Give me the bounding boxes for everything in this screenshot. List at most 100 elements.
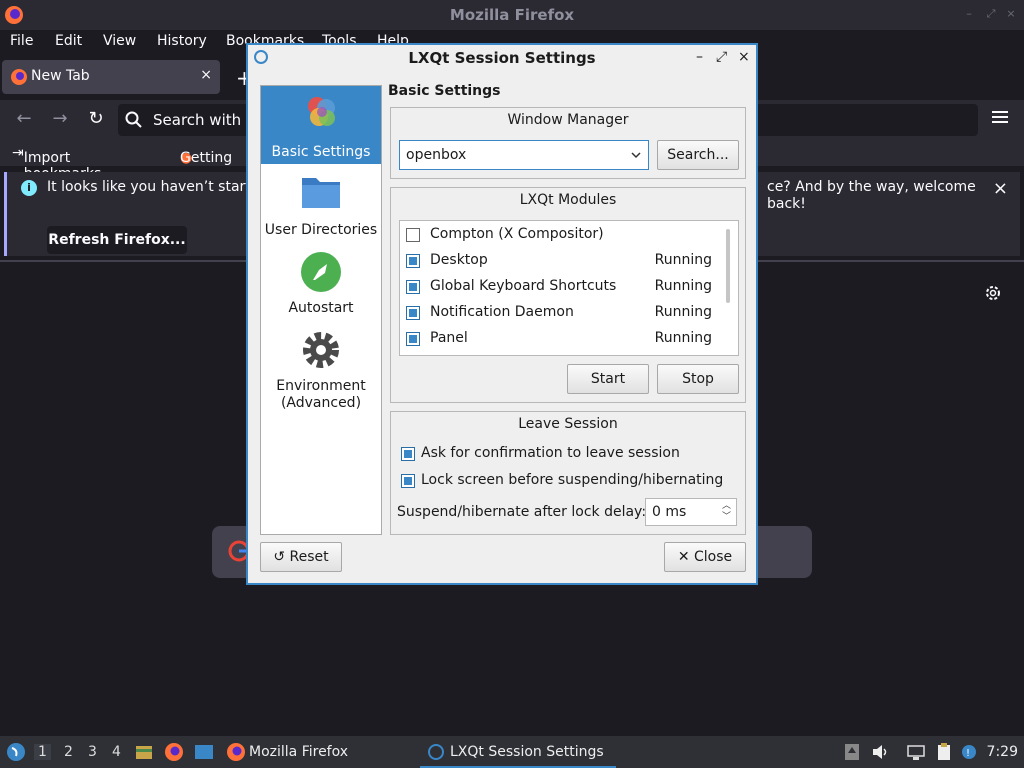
newtab-settings-gear-icon[interactable] xyxy=(984,284,1002,302)
close-button[interactable]: ✕ Close xyxy=(664,542,746,572)
forward-icon[interactable]: → xyxy=(48,108,72,129)
firefox-close-icon[interactable]: × xyxy=(1004,7,1018,21)
menu-file[interactable]: File xyxy=(10,33,33,49)
list-item[interactable]: Panel Running xyxy=(400,326,720,352)
start-module-button[interactable]: Start xyxy=(567,364,649,394)
hamburger-menu-icon[interactable] xyxy=(992,110,1008,124)
sidebar-item-autostart[interactable]: Autostart xyxy=(261,244,381,320)
list-item[interactable]: Notification Daemon Running xyxy=(400,300,720,326)
volume-icon[interactable] xyxy=(870,742,890,762)
workspace-1[interactable]: 1 xyxy=(34,744,51,760)
module-name: Global Keyboard Shortcuts xyxy=(430,278,617,294)
leave-session-group: Leave Session Ask for confirmation to le… xyxy=(390,411,746,535)
lxqt-modules-title: LXQt Modules xyxy=(519,192,617,208)
module-checkbox[interactable] xyxy=(406,254,420,268)
dialog-maximize-icon[interactable]: ⤢ xyxy=(716,49,727,65)
clipboard-icon[interactable] xyxy=(934,742,954,762)
firefox-maximize-icon[interactable]: ⤢ xyxy=(984,7,998,21)
settings-sidebar: Basic Settings User Directories Autostar… xyxy=(260,85,382,535)
firefox-window-title: Mozilla Firefox xyxy=(449,6,575,24)
firefox-titlebar: Mozilla Firefox – ⤢ × xyxy=(0,0,1024,30)
reload-icon[interactable]: ↻ xyxy=(84,108,108,129)
gear-icon xyxy=(303,332,339,368)
clock[interactable]: 7:29 xyxy=(987,744,1018,760)
confirm-leave-label: Ask for confirmation to leave session xyxy=(421,445,680,461)
firefox-minimize-icon[interactable]: – xyxy=(962,7,976,21)
close-icon: ✕ xyxy=(677,549,690,565)
update-notifier-icon[interactable]: ! xyxy=(960,742,980,762)
sidebar-item-basic-settings[interactable]: Basic Settings xyxy=(261,86,381,164)
confirm-leave-checkbox[interactable] xyxy=(401,447,415,461)
module-status: Running xyxy=(654,304,712,320)
reset-icon: ↺ xyxy=(273,549,286,565)
lock-delay-spinbox[interactable]: 0 ms ︿ ﹀ xyxy=(645,498,737,526)
modules-scrollbar[interactable] xyxy=(726,229,730,303)
task-firefox[interactable]: Mozilla Firefox xyxy=(224,736,404,768)
lxqt-icon xyxy=(428,744,444,760)
module-checkbox[interactable] xyxy=(406,228,420,242)
section-title: Basic Settings xyxy=(388,83,501,99)
stop-module-button[interactable]: Stop xyxy=(657,364,739,394)
search-wm-button[interactable]: Search... xyxy=(657,140,739,170)
lock-screen-checkbox[interactable] xyxy=(401,474,415,488)
sidebar-label-environment: Environment (Advanced) xyxy=(276,378,366,411)
sidebar-item-environment[interactable]: Environment (Advanced) xyxy=(261,322,381,418)
task-lxqt-session[interactable]: LXQt Session Settings xyxy=(420,736,616,768)
desktop-icon[interactable] xyxy=(194,742,214,762)
task-firefox-label: Mozilla Firefox xyxy=(249,744,349,760)
dialog-titlebar: LXQt Session Settings – ⤢ × xyxy=(248,45,756,71)
reset-label: Reset xyxy=(289,549,329,565)
module-checkbox[interactable] xyxy=(406,280,420,294)
info-icon: i xyxy=(21,180,37,196)
module-status: Running xyxy=(654,252,712,268)
module-name: Notification Daemon xyxy=(430,304,574,320)
spin-down-icon[interactable]: ﹀ xyxy=(722,513,732,522)
sidebar-item-user-directories[interactable]: User Directories xyxy=(261,166,381,242)
tab-new-tab[interactable]: New Tab × xyxy=(2,60,220,94)
tab-close-icon[interactable]: × xyxy=(200,67,212,83)
tab-label: New Tab xyxy=(31,68,90,84)
window-manager-value: openbox xyxy=(406,147,467,163)
sidebar-label-autostart: Autostart xyxy=(288,300,354,316)
session-settings-dialog: LXQt Session Settings – ⤢ × Basic Settin… xyxy=(246,43,758,585)
back-icon[interactable]: ← xyxy=(12,108,36,129)
search-icon xyxy=(125,111,142,128)
list-item[interactable]: Global Keyboard Shortcuts Running xyxy=(400,274,720,300)
notice-text-continued: ce? And by the way, welcome back! xyxy=(767,179,976,212)
module-name: Desktop xyxy=(430,252,488,268)
module-name: Compton (X Compositor) xyxy=(430,226,604,242)
chevron-down-icon xyxy=(631,152,641,159)
dialog-close-icon[interactable]: × xyxy=(738,49,750,65)
list-item[interactable]: Desktop Running xyxy=(400,248,720,274)
module-name: Panel xyxy=(430,330,468,346)
reset-button[interactable]: ↺ Reset xyxy=(260,542,342,572)
menu-view[interactable]: View xyxy=(103,33,136,49)
firefox-launcher-icon[interactable] xyxy=(164,742,184,762)
workspace-3[interactable]: 3 xyxy=(88,744,97,760)
file-manager-icon[interactable] xyxy=(134,742,154,762)
lxqt-menu-icon[interactable] xyxy=(6,742,26,762)
window-manager-combo[interactable]: openbox xyxy=(399,140,649,170)
eject-icon[interactable] xyxy=(842,742,862,762)
menu-history[interactable]: History xyxy=(157,33,207,49)
rocket-icon xyxy=(301,252,341,292)
spin-up-icon[interactable]: ︿ xyxy=(722,502,732,511)
bookmark-getting-label: Getting xyxy=(180,150,233,166)
sidebar-label-basic: Basic Settings xyxy=(271,144,371,160)
lxqt-logo-icon xyxy=(308,97,335,126)
bookmark-import[interactable]: ⇥ Import bookmarks... xyxy=(12,145,115,182)
workspace-4[interactable]: 4 xyxy=(112,744,121,760)
workspace-2[interactable]: 2 xyxy=(64,744,73,760)
window-manager-title: Window Manager xyxy=(507,112,629,128)
menu-edit[interactable]: Edit xyxy=(55,33,82,49)
taskbar: 1 2 3 4 Mozilla Firefox LXQt Session Set… xyxy=(0,736,1024,768)
module-checkbox[interactable] xyxy=(406,306,420,320)
network-icon[interactable] xyxy=(906,742,926,762)
notice-close-icon[interactable]: × xyxy=(993,178,1008,199)
firefox-tab-icon xyxy=(11,69,27,85)
dialog-minimize-icon[interactable]: – xyxy=(696,49,703,65)
refresh-firefox-button[interactable]: Refresh Firefox... xyxy=(47,226,187,254)
list-item[interactable]: Compton (X Compositor) xyxy=(400,222,720,248)
modules-list: Compton (X Compositor) Desktop Running G… xyxy=(399,220,739,356)
module-checkbox[interactable] xyxy=(406,332,420,346)
